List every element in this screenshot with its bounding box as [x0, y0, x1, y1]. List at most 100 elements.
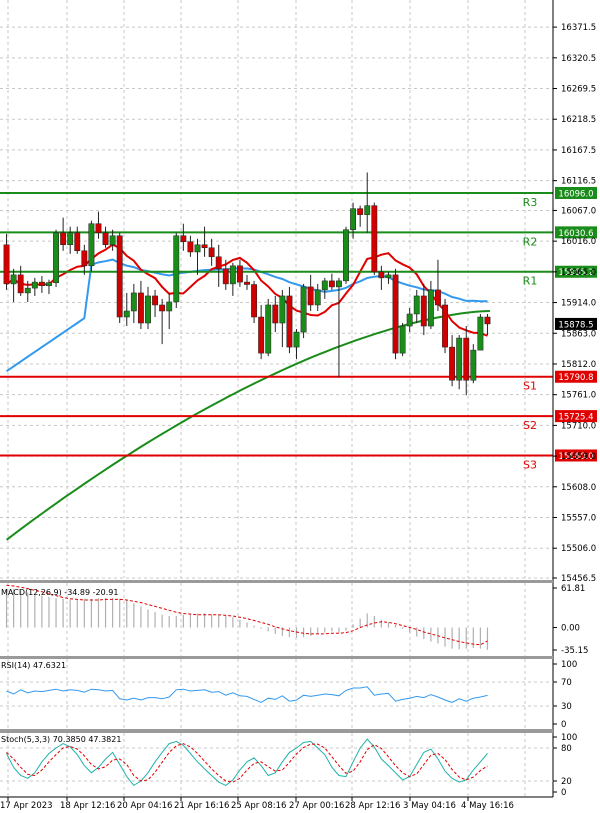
macd-axis-label: 0.00: [561, 624, 580, 634]
candle-body: [427, 289, 434, 327]
time-axis-label: 17 Apr 2023: [0, 801, 53, 811]
panel-separator: [0, 656, 553, 659]
candle-body: [222, 268, 229, 285]
price-axis-label: 15506.0: [561, 544, 596, 554]
candle-body: [166, 301, 173, 312]
candle-body: [385, 274, 392, 279]
macd-label: MACD(12,26,9) -34.89 -20.91: [1, 588, 118, 597]
price-axis-label: 15557.0: [561, 513, 596, 523]
candle-body: [194, 244, 201, 253]
price-axis-label: 15914.0: [561, 299, 596, 309]
candle-body: [413, 295, 420, 315]
candle-body: [251, 284, 258, 318]
candle-body: [314, 289, 321, 306]
stoch-axis-label: 100: [561, 733, 577, 743]
stoch-k-line: [6, 738, 488, 787]
macd-axis-label: -35.15: [561, 646, 588, 656]
rsi-axis-label: 0: [561, 720, 566, 730]
price-axis-label: 16116.5: [561, 177, 596, 187]
rsi-label: RSI(14) 47.6321: [1, 661, 66, 670]
time-axis-label: 4 May 16:16: [461, 801, 514, 811]
candle-body: [116, 235, 123, 318]
candle-body: [229, 265, 236, 285]
candle-body: [201, 244, 208, 249]
candle-body: [208, 247, 215, 258]
rsi-axis-label: 70: [561, 678, 572, 688]
candle-body: [24, 287, 31, 294]
candle-body: [74, 232, 81, 252]
candle-body: [300, 286, 307, 333]
candle-body: [420, 295, 427, 327]
price-axis-label: 15659.0: [561, 452, 596, 462]
candle-body: [236, 265, 243, 283]
candle-body: [130, 292, 137, 312]
level-label-s2: S2: [523, 419, 537, 432]
candle-body: [3, 244, 10, 285]
candle-body: [31, 281, 38, 289]
level-label-s3: S3: [523, 458, 537, 471]
price-axis-label: 15456.5: [561, 574, 596, 584]
trading-chart: R316096.0R216030.6R115965.2S115790.8S215…: [0, 0, 597, 811]
time-axis-label: 18 Apr 12:16: [60, 801, 115, 811]
candle-body: [378, 271, 385, 279]
price-axis-label: 15761.0: [561, 391, 596, 401]
candle-body: [95, 223, 102, 233]
candle-body: [463, 337, 470, 381]
candle-body: [484, 316, 491, 325]
candle-body: [10, 274, 17, 285]
panel-separator: [0, 580, 553, 583]
candle-body: [336, 280, 342, 288]
level-label-r1: R1: [523, 275, 538, 288]
candle-body: [399, 325, 406, 354]
time-axis-label: 20 Apr 04:16: [117, 801, 172, 811]
candle-body: [17, 274, 24, 294]
time-axis-label: 3 May 04:16: [403, 801, 456, 811]
candle-body: [38, 281, 45, 286]
stoch-label: Stoch(5,3,3) 70.3850 47.3821: [1, 735, 121, 744]
price-axis-label: 15863.0: [561, 329, 596, 339]
level-label-r3: R3: [523, 196, 538, 209]
time-axis-label: 21 Apr 16:16: [174, 801, 229, 811]
candle-body: [357, 208, 364, 215]
candle-body: [152, 295, 158, 306]
stoch-axis-label: 0: [561, 788, 566, 798]
level-price-value-r3: 16096.0: [558, 189, 593, 199]
price-axis-label: 16167.5: [561, 146, 596, 156]
stoch-d-line: [6, 743, 488, 783]
candle-body: [350, 208, 357, 230]
candle-body: [88, 223, 95, 267]
candle-body: [343, 229, 349, 282]
candle-body: [180, 235, 187, 243]
candle-body: [272, 304, 279, 324]
candle-body: [364, 205, 371, 215]
level-label-s1: S1: [523, 380, 537, 393]
candle-body: [159, 304, 166, 312]
candle-body: [286, 295, 293, 348]
level-price-value-s1: 15790.8: [558, 373, 593, 383]
candle-body: [435, 289, 441, 306]
candle-body: [442, 304, 448, 348]
rsi-axis-label: 30: [561, 702, 572, 712]
price-axis-label: 16067.0: [561, 206, 596, 216]
candle-body: [371, 205, 378, 273]
candle-body: [477, 316, 484, 351]
candle-body: [81, 250, 88, 267]
candle-body: [392, 274, 399, 354]
candle-body: [173, 235, 180, 303]
price-axis-label: 15710.0: [561, 421, 596, 431]
candle-body: [60, 232, 67, 246]
candle-body: [406, 313, 413, 327]
last-price-value: 15878.5: [558, 320, 593, 330]
stoch-axis-label: 80: [561, 744, 572, 754]
price-axis-label: 16320.5: [561, 54, 596, 64]
candle-body: [46, 282, 52, 286]
time-axis-label: 28 Apr 12:16: [345, 801, 400, 811]
price-axis-label: 15608.0: [561, 483, 596, 493]
candle-body: [109, 235, 116, 246]
candle-body: [258, 316, 265, 354]
candle-body: [449, 346, 456, 381]
candle-body: [265, 304, 272, 354]
candle-body: [123, 310, 130, 318]
price-axis-label: 15965.0: [561, 268, 596, 278]
stoch-axis-label: 20: [561, 777, 572, 787]
